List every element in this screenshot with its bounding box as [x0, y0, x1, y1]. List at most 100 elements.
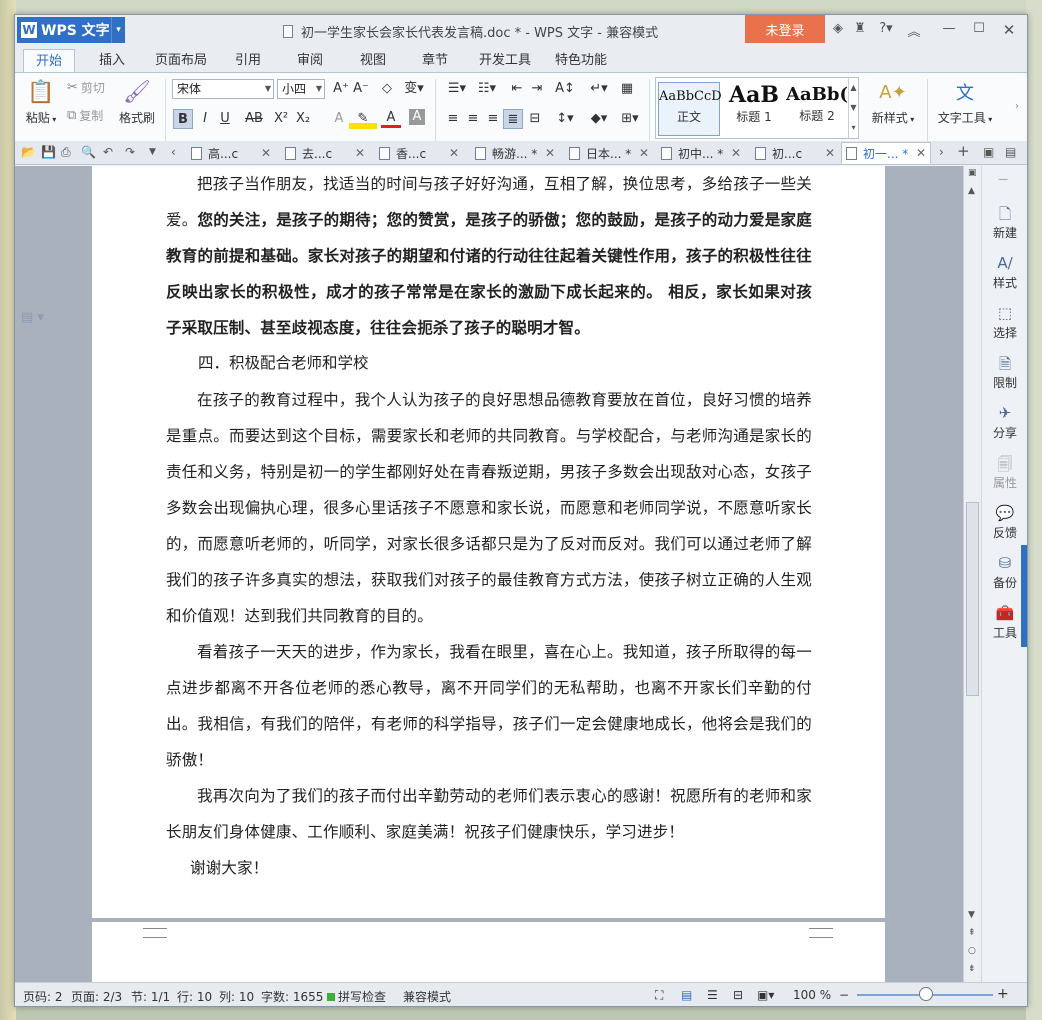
- doc-tab[interactable]: 日本... * ✕: [565, 142, 651, 164]
- new-style-button[interactable]: A✦ 新样式 ▾: [865, 77, 921, 126]
- fullscreen-icon[interactable]: ⛶: [655, 988, 663, 1003]
- side-select[interactable]: ⬚ 选择: [982, 304, 1027, 341]
- tab-scroll-right-icon[interactable]: ›: [939, 145, 944, 159]
- quick-access-menu-icon[interactable]: ▼: [149, 147, 156, 157]
- doc-tab[interactable]: 香...c ✕: [375, 142, 461, 164]
- status-word-count[interactable]: 字数: 1655: [261, 988, 323, 1005]
- document-page[interactable]: 把孩子当作朋友，找适当的时间与孩子好好沟通，互相了解，换位思考，多给孩子一些关爱…: [92, 166, 885, 918]
- status-column[interactable]: 列: 10: [219, 988, 254, 1005]
- text-effect-icon[interactable]: A: [329, 109, 349, 129]
- tab-home[interactable]: 开始: [23, 49, 76, 73]
- tab-list-icon[interactable]: ▣: [983, 145, 994, 159]
- close-icon[interactable]: ✕: [1000, 21, 1018, 39]
- styles-scroll[interactable]: ▲ ▼ ▾: [848, 78, 858, 138]
- shading-icon[interactable]: ◆▾: [585, 109, 613, 129]
- outline-view-icon[interactable]: ☰: [707, 988, 718, 1002]
- help-icon[interactable]: ?▾: [873, 21, 899, 36]
- table-borders-icon[interactable]: ▦: [617, 79, 637, 99]
- browse-object-icon[interactable]: ○: [968, 946, 976, 956]
- tab-view[interactable]: 视图: [348, 49, 398, 73]
- status-page-number[interactable]: 页码: 2: [23, 988, 63, 1005]
- paste-button[interactable]: 📋 粘贴 ▾: [21, 77, 61, 126]
- next-page-icon[interactable]: ⇟: [968, 964, 976, 974]
- highlight-icon[interactable]: ✎: [349, 109, 377, 129]
- maximize-icon[interactable]: ☐: [970, 21, 988, 36]
- show-marks-icon[interactable]: ↵▾: [585, 79, 613, 99]
- align-left-icon[interactable]: ≡: [443, 109, 463, 129]
- side-restrict[interactable]: 🗎 限制: [982, 354, 1027, 391]
- zoom-level[interactable]: 100 %: [793, 988, 831, 1002]
- doc-tab[interactable]: 初中... * ✕: [657, 142, 743, 164]
- font-color-icon[interactable]: A: [381, 109, 401, 128]
- underline-icon[interactable]: U: [215, 109, 235, 129]
- status-section[interactable]: 节: 1/1: [131, 988, 170, 1005]
- text-tools-button[interactable]: 文 文字工具 ▾: [933, 77, 997, 126]
- collapse-ribbon-icon[interactable]: ︽: [905, 21, 923, 40]
- doc-tab[interactable]: 高...c ✕: [187, 142, 273, 164]
- borders-icon[interactable]: ⊞▾: [617, 109, 643, 129]
- status-row[interactable]: 行: 10: [177, 988, 212, 1005]
- char-shading-icon[interactable]: A: [409, 109, 425, 125]
- zoom-slider-knob[interactable]: [919, 987, 933, 1001]
- scroll-up-icon[interactable]: ▲: [968, 186, 975, 196]
- superscript-icon[interactable]: X²: [271, 109, 291, 129]
- copy-button[interactable]: ⧉ 复制: [67, 107, 103, 124]
- strikethrough-icon[interactable]: AB: [239, 109, 269, 129]
- side-share[interactable]: ✈ 分享: [982, 404, 1027, 441]
- side-properties[interactable]: 🗐 属性: [982, 454, 1027, 491]
- close-icon[interactable]: ✕: [449, 146, 459, 160]
- doc-tab[interactable]: 初...c ✕: [751, 142, 837, 164]
- scroll-down-icon[interactable]: ▼: [968, 910, 975, 920]
- side-panel-toggle[interactable]: [1021, 545, 1027, 647]
- sort-icon[interactable]: A↕: [551, 79, 579, 99]
- zoom-in-icon[interactable]: +: [997, 986, 1009, 1002]
- redo-icon[interactable]: ↷: [125, 145, 135, 159]
- new-tab-icon[interactable]: +: [957, 142, 970, 160]
- clear-format-icon[interactable]: ◇: [377, 79, 397, 99]
- print-icon[interactable]: ⎙: [61, 145, 71, 160]
- panel-menu-icon[interactable]: —: [998, 174, 1008, 185]
- tab-page-layout[interactable]: 页面布局: [143, 49, 219, 73]
- zoom-out-icon[interactable]: −: [839, 988, 849, 1002]
- cut-button[interactable]: ✂ 剪切: [67, 79, 105, 96]
- italic-icon[interactable]: I: [195, 109, 215, 129]
- vertical-scrollbar[interactable]: ▣ ▲ ▼ ⇞ ○ ⇟: [963, 166, 981, 982]
- reading-mode-icon[interactable]: ▣▾: [757, 988, 774, 1002]
- side-new[interactable]: 🗋 新建: [982, 204, 1027, 241]
- close-icon[interactable]: ✕: [916, 146, 926, 160]
- app-menu-button[interactable]: W WPS 文字 ▾: [17, 17, 125, 43]
- close-icon[interactable]: ✕: [261, 146, 271, 160]
- line-spacing-icon[interactable]: ↕▾: [551, 109, 579, 129]
- bold-icon[interactable]: B: [173, 109, 193, 129]
- side-style[interactable]: A∕ 样式: [982, 254, 1027, 291]
- justify-icon[interactable]: ≣: [503, 109, 523, 129]
- tab-references[interactable]: 引用: [223, 49, 273, 73]
- tab-developer[interactable]: 开发工具: [467, 49, 543, 73]
- prev-page-icon[interactable]: ⇞: [968, 928, 976, 938]
- close-icon[interactable]: ✕: [545, 146, 555, 160]
- font-size-combo[interactable]: 小四 ▼: [277, 79, 325, 99]
- ribbon-more-icon[interactable]: ›: [1015, 101, 1019, 112]
- style-normal[interactable]: AaBbCcD 正文: [658, 82, 722, 136]
- bullets-icon[interactable]: ☰▾: [443, 79, 471, 99]
- doc-tab-active[interactable]: 初一... * ✕: [841, 142, 931, 164]
- skin-icon[interactable]: ◈: [829, 21, 847, 36]
- side-feedback[interactable]: 💬 反馈: [982, 504, 1027, 541]
- close-icon[interactable]: ✕: [825, 146, 835, 160]
- increase-indent-icon[interactable]: ⇥: [527, 79, 547, 99]
- undo-icon[interactable]: ↶: [103, 145, 113, 159]
- web-view-icon[interactable]: ⊟: [733, 988, 743, 1002]
- tab-chapter[interactable]: 章节: [410, 49, 460, 73]
- style-heading-2[interactable]: AaBb( 标题 2: [786, 82, 848, 124]
- close-icon[interactable]: ✕: [355, 146, 365, 160]
- ruler-toggle-icon[interactable]: ▣: [968, 168, 977, 178]
- shirt-icon[interactable]: ♜: [851, 21, 869, 36]
- tab-review[interactable]: 审阅: [285, 49, 335, 73]
- status-spell-check[interactable]: 拼写检查: [327, 988, 386, 1005]
- tab-insert[interactable]: 插入: [87, 49, 137, 73]
- close-icon[interactable]: ✕: [731, 146, 741, 160]
- align-center-icon[interactable]: ≡: [463, 109, 483, 129]
- tab-scroll-left-icon[interactable]: ‹: [171, 145, 176, 159]
- font-name-combo[interactable]: 宋体 ▼: [172, 79, 274, 99]
- phonetic-icon[interactable]: 变▾: [399, 79, 429, 99]
